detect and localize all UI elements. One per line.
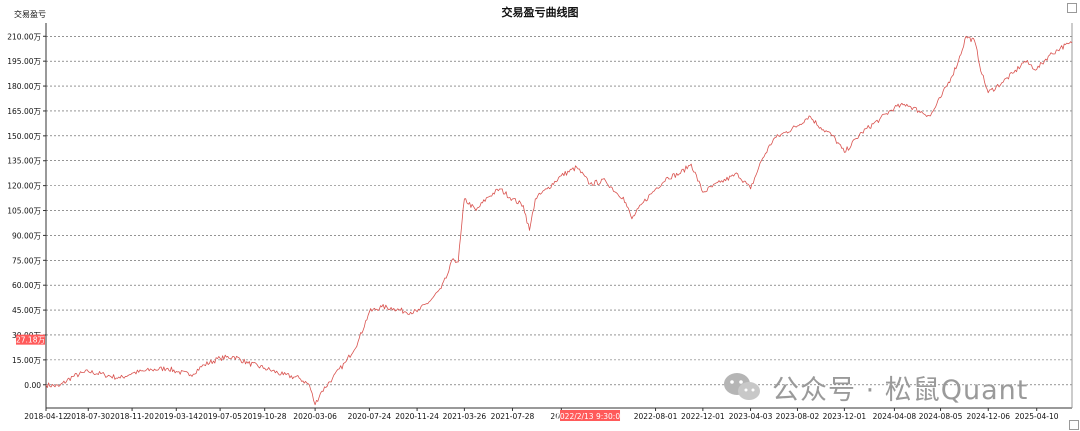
y-tick-label: 105.00万 [7,207,41,216]
x-tick-label: 2019-10-28 [243,412,287,421]
x-tick-label: 2019-07-05 [198,412,242,421]
x-tick-label: 2024-08-05 [919,412,963,421]
watermark: 公众号 · 松鼠Quant [722,370,1029,406]
watermark-text: 公众号 · 松鼠Quant [772,374,1029,406]
wechat-icon [724,373,760,400]
x-tick-label: 2023-04-03 [729,412,773,421]
x-tick-label: 2025-04-10 [1015,412,1059,421]
y-axis-label: 交易盈亏 [14,9,46,19]
x-tick-label: 2022-12-01 [681,412,725,421]
y-tick-label: 120.00万 [7,182,41,191]
chart-background [0,0,1080,431]
y-tick-label: 165.00万 [7,107,41,116]
y-tick-label: 0.00 [24,381,41,390]
y-tick-label: 45.00万 [12,306,41,315]
y-tick-label: 75.00万 [12,256,41,265]
x-tick-label: 2021-03-26 [443,412,487,421]
x-tick-label: 2023-08-02 [776,412,820,421]
profit-loss-chart[interactable]: 交易盈亏曲线图 交易盈亏 0.0015.00万30.00万45.00万60.00… [0,0,1080,431]
cursor-x-label: 2022/2/13 9:30:00 [555,412,625,421]
x-tick-label: 2024-04-08 [873,412,917,421]
x-tick-label: 2022-08-01 [634,412,678,421]
y-tick-label: 135.00万 [7,157,41,166]
chart-title: 交易盈亏曲线图 [502,5,579,19]
corner-button-bottom[interactable] [1069,420,1079,430]
x-tick-label: 2018-07-30 [66,412,110,421]
y-tick-label: 90.00万 [12,231,41,240]
x-tick-label: 2023-12-01 [823,412,867,421]
cursor-y-label: 27.18万 [16,336,45,345]
corner-button-top[interactable] [1067,3,1077,13]
y-tick-label: 180.00万 [7,82,41,91]
x-tick-label: 2024-12-06 [966,412,1010,421]
x-tick-label: 2019-03-14 [154,412,198,421]
y-tick-label: 210.00万 [7,32,41,41]
y-tick-label: 60.00万 [12,281,41,290]
x-tick-label: 2021-07-28 [491,412,535,421]
y-tick-label: 195.00万 [7,57,41,66]
x-tick-label: 2018-04-12 [24,412,68,421]
x-tick-label: 2020-11-24 [395,412,439,421]
y-tick-label: 15.00万 [12,356,41,365]
x-tick-label: 2020-03-06 [293,412,337,421]
x-tick-label: 2020-07-24 [348,412,392,421]
x-tick-label: 2018-11-20 [110,412,154,421]
y-tick-label: 150.00万 [7,132,41,141]
